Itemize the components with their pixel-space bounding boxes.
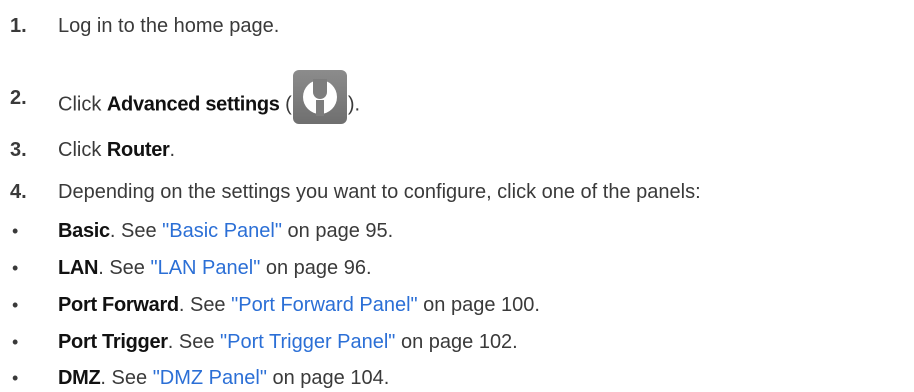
step-number: 3. — [10, 139, 27, 161]
bullet-icon: • — [12, 295, 19, 315]
ui-term-advanced-settings: Advanced settings — [106, 93, 280, 116]
page-ref: on page 96. — [260, 257, 372, 279]
paren-open: ( — [279, 93, 292, 116]
page-ref: on page 104. — [266, 367, 390, 389]
list-item-text: Port Forward. See "Port Forward Panel" o… — [58, 293, 540, 317]
step-text: Click Advanced settings ( ). — [58, 70, 361, 124]
link-dmz-panel[interactable]: "DMZ Panel" — [153, 367, 267, 389]
paren-close: ). — [347, 93, 361, 116]
ui-term-router: Router — [106, 139, 170, 161]
ui-term-port-forward: Port Forward — [58, 294, 179, 316]
bullet-icon: • — [12, 368, 19, 388]
ui-term-lan: LAN — [58, 257, 99, 279]
see-text: . See — [100, 367, 153, 389]
step-number: 2. — [10, 87, 27, 109]
step-suffix: . — [169, 139, 176, 161]
wrench-icon — [292, 70, 347, 124]
step-number: 1. — [10, 15, 27, 37]
link-port-trigger-panel[interactable]: "Port Trigger Panel" — [220, 331, 395, 353]
see-text: . See — [109, 220, 163, 242]
page-ref: on page 100. — [417, 294, 540, 316]
list-item-text: LAN. See "LAN Panel" on page 96. — [58, 256, 372, 280]
ui-term-dmz: DMZ — [58, 367, 101, 389]
step-number: 4. — [10, 181, 27, 203]
page-ref: on page 102. — [395, 331, 518, 353]
list-item-text: Port Trigger. See "Port Trigger Panel" o… — [58, 330, 518, 354]
step-prefix: Click — [58, 139, 107, 161]
see-text: . See — [167, 331, 221, 353]
step-text: Log in to the home page. — [58, 15, 280, 37]
ui-term-basic: Basic — [58, 220, 110, 242]
bullet-icon: • — [12, 332, 19, 352]
list-item-text: Basic. See "Basic Panel" on page 95. — [58, 219, 393, 243]
step-text: Click Router. — [58, 138, 175, 162]
bullet-icon: • — [12, 221, 19, 241]
see-text: . See — [178, 294, 232, 316]
link-port-forward-panel[interactable]: "Port Forward Panel" — [231, 294, 418, 316]
step-text: Depending on the settings you want to co… — [58, 181, 701, 203]
bullet-icon: • — [12, 258, 19, 278]
page-ref: on page 95. — [281, 220, 394, 242]
link-lan-panel[interactable]: "LAN Panel" — [150, 257, 260, 279]
see-text: . See — [98, 257, 151, 279]
list-item-text: DMZ. See "DMZ Panel" on page 104. — [58, 366, 389, 390]
link-basic-panel[interactable]: "Basic Panel" — [162, 220, 282, 242]
ui-term-port-trigger: Port Trigger — [58, 331, 168, 353]
step-prefix: Click — [58, 93, 107, 116]
